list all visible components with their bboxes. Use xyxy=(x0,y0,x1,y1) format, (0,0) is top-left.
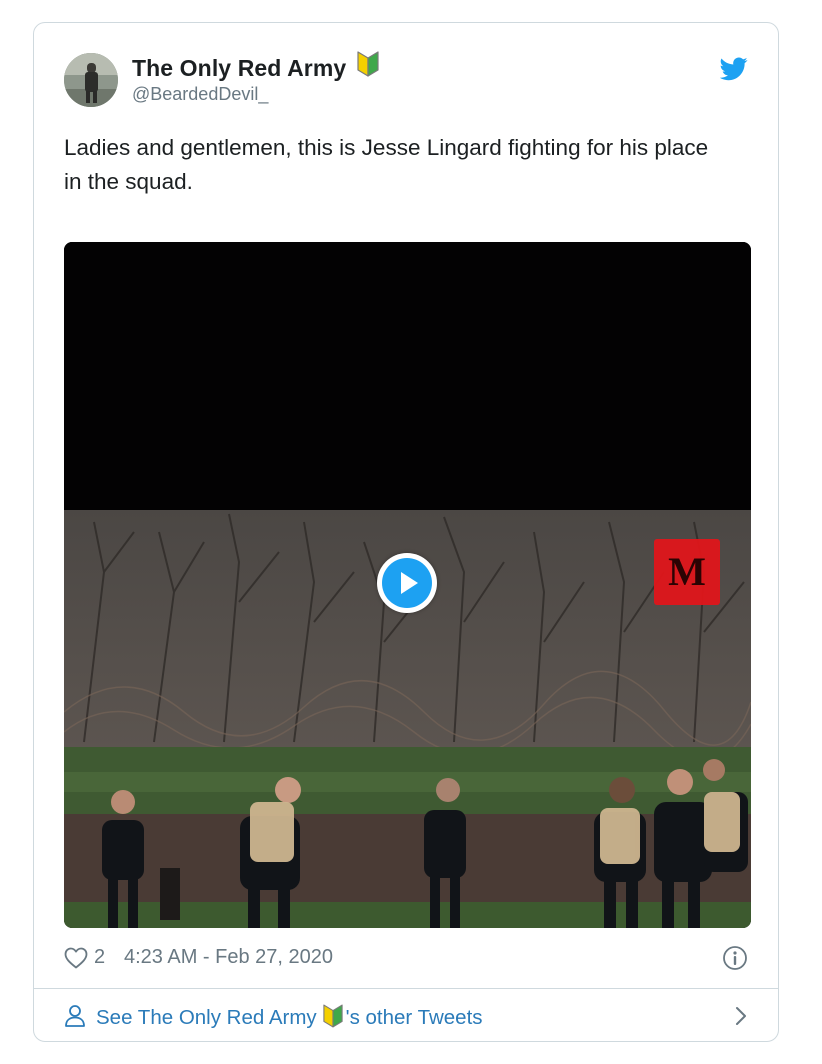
beginner-badge-icon xyxy=(357,51,379,82)
heart-icon[interactable] xyxy=(64,947,88,974)
like-count[interactable]: 2 xyxy=(94,946,105,969)
twitter-bird-icon[interactable] xyxy=(719,57,748,81)
other-tweets-prefix: See The Only Red Army xyxy=(96,1006,317,1029)
tweet-meta: 2 4:23 AM - Feb 27, 2020 xyxy=(64,945,748,973)
person-icon xyxy=(64,1004,86,1033)
video-player[interactable]: M xyxy=(64,242,751,928)
divider xyxy=(34,988,778,989)
see-other-tweets-link[interactable]: See The Only Red Army 's other Tweets xyxy=(64,995,748,1039)
user-handle[interactable]: @BeardedDevil_ xyxy=(132,84,379,105)
embedded-tweet-card: The Only Red Army @BeardedDevil_ Ladies … xyxy=(33,22,779,1042)
info-icon[interactable] xyxy=(722,945,748,976)
play-icon xyxy=(382,558,432,608)
see-other-tweets-label[interactable]: See The Only Red Army 's other Tweets xyxy=(96,1004,483,1034)
other-tweets-suffix: 's other Tweets xyxy=(345,1006,483,1029)
author-names: The Only Red Army @BeardedDevil_ xyxy=(132,51,379,105)
display-name[interactable]: The Only Red Army xyxy=(132,55,346,82)
avatar[interactable] xyxy=(64,53,118,107)
beginner-badge-icon xyxy=(323,1004,343,1034)
tweet-text: Ladies and gentlemen, this is Jesse Ling… xyxy=(64,135,709,194)
media-watermark: M xyxy=(654,539,720,605)
tweet-header: The Only Red Army @BeardedDevil_ xyxy=(64,51,748,109)
avatar-image xyxy=(64,53,118,107)
tweet-timestamp[interactable]: 4:23 AM - Feb 27, 2020 xyxy=(124,946,333,969)
play-button[interactable] xyxy=(377,553,437,613)
chevron-right-icon xyxy=(734,1005,748,1032)
